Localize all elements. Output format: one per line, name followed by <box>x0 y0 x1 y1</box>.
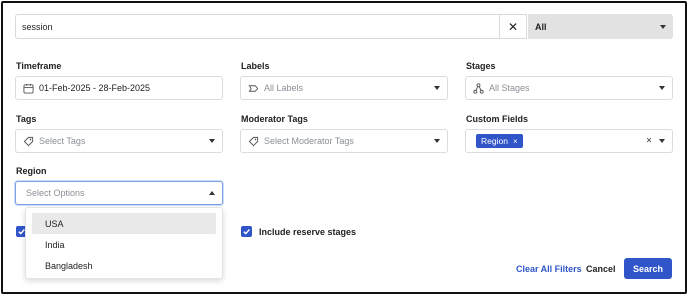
option-usa[interactable]: USA <box>32 213 216 234</box>
close-icon: ✕ <box>507 19 519 34</box>
search-input-container[interactable] <box>15 14 499 39</box>
cancel-button[interactable]: Cancel <box>586 264 616 274</box>
option-india[interactable]: India <box>32 234 216 255</box>
timeframe-value: 01-Feb-2025 - 28-Feb-2025 <box>39 83 151 93</box>
clear-all-filters-button[interactable]: Clear All Filters <box>516 264 582 274</box>
stages-placeholder: All Stages <box>489 83 530 93</box>
region-chip-label: Region <box>481 136 508 146</box>
stages-label: Stages <box>466 61 496 71</box>
timeframe-picker[interactable]: 01-Feb-2025 - 28-Feb-2025 <box>15 76 223 100</box>
clear-search-button[interactable]: ✕ <box>499 14 527 39</box>
tags-select[interactable]: Select Tags <box>15 129 223 153</box>
custom-fields-label: Custom Fields <box>466 114 529 124</box>
remove-chip-icon[interactable]: × <box>513 137 518 146</box>
include-reserve-stages-checkbox[interactable] <box>241 226 252 237</box>
stages-select[interactable]: All Stages <box>465 76 673 100</box>
chevron-down-icon <box>660 24 666 29</box>
region-label: Region <box>16 166 47 176</box>
moderator-tags-placeholder: Select Moderator Tags <box>264 136 354 146</box>
region-placeholder: Select Options <box>26 188 85 198</box>
option-bangladesh[interactable]: Bangladesh <box>32 255 216 276</box>
tags-placeholder: Select Tags <box>39 136 86 146</box>
custom-fields-select[interactable]: Region × × <box>465 129 673 153</box>
tags-label: Tags <box>16 114 37 124</box>
scope-select-value: All <box>535 21 547 32</box>
chevron-down-icon <box>659 139 665 143</box>
clear-custom-fields-icon[interactable]: × <box>646 136 652 147</box>
chevron-up-icon <box>209 191 215 195</box>
timeframe-label: Timeframe <box>16 61 62 71</box>
stages-icon <box>472 82 484 94</box>
moderator-tags-label: Moderator Tags <box>241 114 308 124</box>
search-button-label: Search <box>632 263 664 274</box>
region-dropdown-menu: USA India Bangladesh <box>25 207 223 279</box>
labels-select[interactable]: All Labels <box>240 76 448 100</box>
label-icon <box>247 82 259 94</box>
calendar-icon <box>22 82 34 94</box>
search-input[interactable] <box>16 15 499 38</box>
region-chip: Region × <box>476 134 523 148</box>
tag-icon <box>22 135 34 147</box>
scope-select[interactable]: All <box>528 14 673 39</box>
region-select[interactable]: Select Options <box>15 181 223 205</box>
labels-label: Labels <box>241 61 270 71</box>
chevron-down-icon <box>659 86 665 90</box>
chevron-down-icon <box>434 86 440 90</box>
tag-icon <box>247 135 259 147</box>
chevron-down-icon <box>209 139 215 143</box>
include-reserve-stages-label: Include reserve stages <box>259 227 357 237</box>
labels-placeholder: All Labels <box>264 83 304 93</box>
chevron-down-icon <box>434 139 440 143</box>
search-button[interactable]: Search <box>624 258 672 279</box>
moderator-tags-select[interactable]: Select Moderator Tags <box>240 129 448 153</box>
